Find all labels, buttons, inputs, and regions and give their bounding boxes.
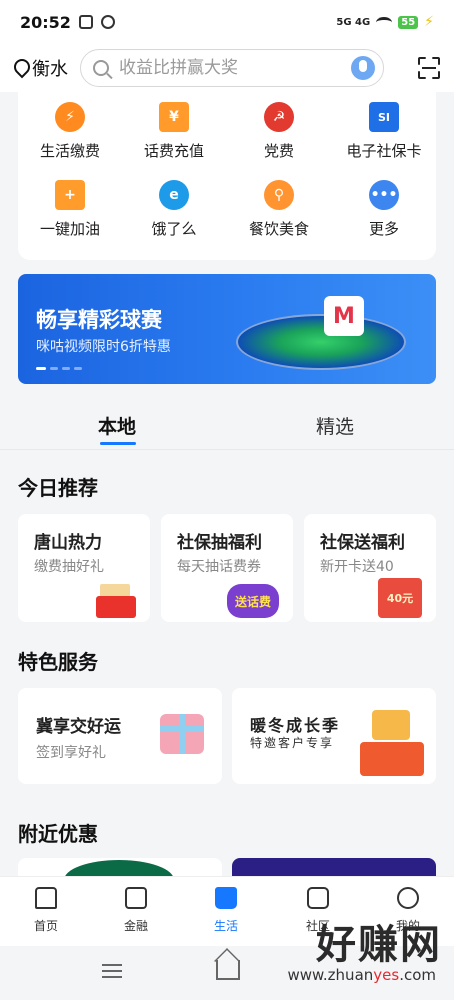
service-fuel[interactable]: + 一键加油 <box>18 180 122 239</box>
carousel-dot <box>62 367 70 370</box>
carousel-dot <box>36 367 46 370</box>
card-subtitle: 新开卡送40 <box>320 559 394 575</box>
status-bar: 20:52 5G 4G 55 ⚡ <box>0 0 454 44</box>
card-subtitle: 每天抽话费券 <box>177 559 261 575</box>
art-text: 送话费 <box>234 594 271 609</box>
red-envelope-icon <box>96 584 136 618</box>
service-phone-recharge[interactable]: ¥ 话费充值 <box>122 102 226 161</box>
card-title: 冀享交好运 <box>36 717 121 737</box>
location-pin-icon <box>14 59 28 77</box>
section-title-today: 今日推荐 <box>18 476 98 500</box>
party-emblem-icon: ☭ <box>264 102 294 132</box>
section-title-featured: 特色服务 <box>18 650 98 674</box>
top-header: 衡水 <box>0 44 454 92</box>
carousel-dots <box>36 367 82 370</box>
service-dining[interactable]: ⚲ 餐饮美食 <box>227 180 331 239</box>
carousel-dot <box>74 367 82 370</box>
search-bar[interactable] <box>80 49 384 87</box>
banner-title: 畅享精彩球赛 <box>36 308 162 332</box>
service-label: 党费 <box>263 142 294 160</box>
nav-label: 生活 <box>213 919 238 933</box>
nearby-card-promo[interactable] <box>232 858 436 878</box>
content-tabs: 本地 精选 <box>0 398 454 450</box>
charging-icon: ⚡ <box>424 14 434 30</box>
status-time: 20:52 <box>20 12 71 32</box>
gift-pile-icon <box>344 704 428 776</box>
card-title: 社保送福利 <box>320 533 405 553</box>
art-text: 40元 <box>386 592 414 605</box>
sync-icon <box>100 15 115 29</box>
card-subtitle: 缴费抽好礼 <box>34 559 104 575</box>
card-title: 社保抽福利 <box>177 533 262 553</box>
card-subtitle: 特邀客户专享 <box>250 736 335 750</box>
location-label: 衡水 <box>32 59 68 80</box>
card-subtitle: 签到享好礼 <box>36 745 106 761</box>
service-life-payment[interactable]: ⚡ 生活缴费 <box>18 102 122 161</box>
service-party-fee[interactable]: ☭ 党费 <box>227 102 331 161</box>
tab-local[interactable]: 本地 <box>98 412 136 439</box>
service-label: 一键加油 <box>39 220 100 238</box>
finance-icon <box>125 887 147 909</box>
service-label: 生活缴费 <box>39 142 100 160</box>
service-label: 餐饮美食 <box>248 220 309 238</box>
watermark: 好赚网 www.zhuanyes.com <box>242 912 442 992</box>
tab-selected[interactable]: 精选 <box>316 412 354 439</box>
dining-icon: ⚲ <box>264 180 294 210</box>
banner-subtitle: 咪咕视频限时6折特惠 <box>36 339 171 355</box>
lightning-icon: ⚡ <box>55 102 85 132</box>
microphone-icon[interactable] <box>351 56 375 80</box>
carousel-dot <box>50 367 58 370</box>
services-grid: ⚡ 生活缴费 ¥ 话费充值 ☭ 党费 SI 电子社保卡 + 一键加油 e 饿了么… <box>18 92 436 260</box>
featured-card-winter[interactable]: 暖冬成长季 特邀客户专享 <box>232 688 436 784</box>
wifi-icon <box>376 16 393 28</box>
red-packet-art: 40元 <box>378 578 422 618</box>
location-selector[interactable]: 衡水 <box>14 55 68 81</box>
nav-finance[interactable]: 金融 <box>106 887 166 934</box>
search-input[interactable] <box>119 58 351 78</box>
nearby-card-starbucks[interactable] <box>18 858 222 878</box>
phone-bill-icon: ¥ <box>159 102 189 132</box>
section-title-nearby: 附近优惠 <box>18 822 98 846</box>
watermark-url: www.zhuanyes.com <box>287 966 436 984</box>
battery-level: 55 <box>398 15 419 29</box>
menu-icon[interactable] <box>102 964 122 978</box>
promo-banner[interactable]: 畅享精彩球赛 咪咕视频限时6折特惠 M <box>18 274 436 384</box>
fuel-icon: + <box>55 180 85 210</box>
migu-logo: M <box>324 296 364 336</box>
profile-icon <box>397 887 419 909</box>
watermark-text: 好赚网 <box>316 922 442 968</box>
si-card-icon: SI <box>369 102 399 132</box>
gift-box-icon <box>160 714 204 754</box>
nav-label: 首页 <box>33 919 58 933</box>
recommend-card-social-lottery[interactable]: 社保抽福利 每天抽话费券 送话费 <box>161 514 293 622</box>
featured-card-jixiang[interactable]: 冀享交好运 签到享好礼 <box>18 688 222 784</box>
home-icon <box>35 887 57 909</box>
service-more[interactable]: ••• 更多 <box>332 180 436 239</box>
chat-icon <box>307 887 329 909</box>
shopping-bag-icon <box>215 887 237 909</box>
service-eleme[interactable]: e 饿了么 <box>122 180 226 239</box>
nav-label: 金融 <box>123 919 148 933</box>
service-label: 更多 <box>368 220 399 238</box>
card-title: 暖冬成长季 <box>250 716 341 735</box>
notification-icon <box>78 15 93 29</box>
service-label: 饿了么 <box>151 220 197 238</box>
recommend-card-social-gift[interactable]: 社保送福利 新开卡送40 40元 <box>304 514 436 622</box>
nav-home[interactable]: 首页 <box>16 887 76 934</box>
search-icon <box>93 60 109 76</box>
stadium-illustration <box>236 314 406 370</box>
tab-indicator <box>100 442 136 445</box>
more-icon: ••• <box>369 180 399 210</box>
recommend-card-tangshan[interactable]: 唐山热力 缴费抽好礼 <box>18 514 150 622</box>
network-indicator: 5G 4G <box>336 16 371 28</box>
home-system-icon[interactable] <box>216 960 240 980</box>
eleme-icon: e <box>159 180 189 210</box>
card-title: 唐山热力 <box>34 533 102 553</box>
scan-icon[interactable] <box>418 57 440 79</box>
service-label: 电子社保卡 <box>346 142 422 160</box>
phone-bill-coupon-art: 送话费 <box>227 584 279 618</box>
service-label: 话费充值 <box>143 142 204 160</box>
service-social-security-card[interactable]: SI 电子社保卡 <box>332 102 436 161</box>
